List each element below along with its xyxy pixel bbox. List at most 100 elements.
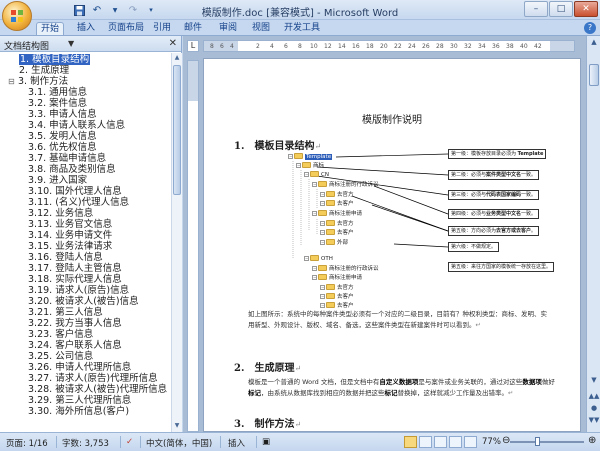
- scroll-down-icon[interactable]: ▼: [588, 376, 600, 386]
- draft-view-button[interactable]: [464, 436, 477, 448]
- vertical-ruler[interactable]: [187, 60, 199, 432]
- close-button[interactable]: ✕: [574, 1, 598, 17]
- document-map-item[interactable]: 3.29. 第三人代理所信息: [0, 395, 171, 406]
- tab-references[interactable]: 引用: [149, 22, 175, 35]
- collapse-icon[interactable]: ⊟: [8, 76, 18, 87]
- document-map-item[interactable]: 3.8. 商品及类别信息: [0, 164, 171, 175]
- document-map-item-label: 3.20. 被请求人(被告)信息: [28, 296, 139, 307]
- insert-mode[interactable]: 插入: [228, 437, 245, 449]
- document-map-item-label: 2. 生成原理: [19, 65, 69, 76]
- tab-page-layout[interactable]: 页面布局: [104, 22, 148, 35]
- document-map-item[interactable]: 3.11. (名义)代理人信息: [0, 197, 171, 208]
- annotation-text: 。: [531, 228, 536, 234]
- document-map-item[interactable]: 3.17. 登陆人主管信息: [0, 263, 171, 274]
- zoom-level[interactable]: 77%: [482, 437, 501, 447]
- document-map-item[interactable]: 3.30. 海外所信息(客户): [0, 406, 171, 417]
- office-button[interactable]: [2, 1, 32, 31]
- browse-object-icon[interactable]: ●: [588, 404, 600, 414]
- paragraph-2[interactable]: 模板是一个普通的 Word 文档，但是文档中有自定义数据项是与案件或业务关联的，…: [248, 377, 556, 399]
- minimize-button[interactable]: –: [524, 1, 548, 17]
- paragraph-1[interactable]: 如上图所示：系统中的每种案件类型必须有一个对应的二级目录，目前有？种权利类型：商…: [248, 309, 548, 331]
- tree-node-label: 去客户: [337, 230, 354, 236]
- document-map-item[interactable]: 3.24. 客户联系人信息: [0, 340, 171, 351]
- document-map-item-label: 3.10. 国外代理人信息: [28, 186, 122, 197]
- annotation-text: 第四级：必须与: [451, 211, 486, 217]
- scroll-thumb[interactable]: [173, 65, 181, 195]
- maximize-button[interactable]: □: [549, 1, 573, 17]
- document-map-item[interactable]: 3.26. 申请人代理所信息: [0, 362, 171, 373]
- previous-page-icon[interactable]: ▲▲: [588, 392, 600, 402]
- document-map-item[interactable]: 3.22. 我方当事人信息: [0, 318, 171, 329]
- annotation-callout: 第五级：方向必须为去官方或去客户。: [448, 226, 539, 236]
- document-map-item-label: 3.7. 基础申请信息: [28, 153, 106, 164]
- document-map-item[interactable]: 1. 模板目录结构: [0, 54, 171, 65]
- web-layout-button[interactable]: [434, 436, 447, 448]
- zoom-in-icon[interactable]: ⊕: [588, 435, 596, 446]
- document-map-scrollbar[interactable]: ▲ ▼: [171, 53, 182, 432]
- scroll-up-icon[interactable]: ▲: [173, 54, 181, 63]
- document-map-item[interactable]: 3.21. 第三人信息: [0, 307, 171, 318]
- document-map-item[interactable]: 3.7. 基础申请信息: [0, 153, 171, 164]
- zoom-slider[interactable]: [510, 441, 584, 443]
- tab-home[interactable]: 开始: [36, 22, 64, 35]
- annotation-text: 第五级：方向必须为: [451, 228, 496, 234]
- scroll-down-icon[interactable]: ▼: [173, 422, 181, 431]
- document-map-item[interactable]: 3.20. 被请求人(被告)信息: [0, 296, 171, 307]
- folder-icon: [326, 220, 335, 226]
- tab-insert[interactable]: 插入: [73, 22, 99, 35]
- proofing-icon[interactable]: ✓: [126, 437, 133, 447]
- document-map-item[interactable]: 3.28. 被请求人(被告)代理所信息: [0, 384, 171, 395]
- heading-section-3[interactable]: 3.制作方法↵: [234, 415, 301, 430]
- chevron-down-icon[interactable]: ▼: [68, 39, 74, 48]
- title-bar: ↶ ▼ ↷ ▾ 模版制作.doc [兼容模式] - Microsoft Word…: [0, 0, 600, 20]
- page-count[interactable]: 页面: 1/16: [6, 437, 48, 449]
- scroll-thumb[interactable]: [589, 64, 599, 86]
- outline-view-button[interactable]: [449, 436, 462, 448]
- document-map-item[interactable]: 3.15. 业务法律请求: [0, 241, 171, 252]
- next-page-icon[interactable]: ▼▼: [588, 416, 600, 426]
- tab-stop-selector[interactable]: L: [187, 40, 199, 52]
- document-map-item-label: 3.13. 业务官文信息: [28, 219, 112, 230]
- document-map-item[interactable]: 3.23. 客户信息: [0, 329, 171, 340]
- annotation-text: 去官方或去客户: [496, 228, 531, 234]
- document-map-item-label: 3.17. 登陆人主管信息: [28, 263, 122, 274]
- document-map-item[interactable]: 3.19. 请求人(原告)信息: [0, 285, 171, 296]
- annotation-callout: 第三级：必须与代码表国家编码一致。: [448, 190, 539, 200]
- document-map-item[interactable]: 3.2. 案件信息: [0, 98, 171, 109]
- document-map-item[interactable]: 3.4. 申请人联系人信息: [0, 120, 171, 131]
- document-map-item[interactable]: 3.6. 优先权信息: [0, 142, 171, 153]
- document-page[interactable]: 模版制作说明 1.模板目录结构↵: [203, 58, 581, 432]
- document-map-item[interactable]: 3.3. 申请人信息: [0, 109, 171, 120]
- document-map-dropdown[interactable]: 文档结构图: [4, 39, 49, 52]
- macro-record-icon[interactable]: ▣: [262, 437, 270, 447]
- document-map-item[interactable]: 3.10. 国外代理人信息: [0, 186, 171, 197]
- document-scrollbar[interactable]: ▲ ▼ ▲▲ ● ▼▼: [586, 36, 600, 432]
- heading-section-2[interactable]: 2.生成原理↵: [234, 359, 301, 374]
- zoom-slider-knob[interactable]: [535, 437, 540, 446]
- tree-folder-node: −商标注册申请: [312, 210, 362, 218]
- language-indicator[interactable]: 中文(简体，中国): [146, 437, 212, 449]
- scroll-up-icon[interactable]: ▲: [588, 38, 600, 48]
- full-screen-reading-button[interactable]: [419, 436, 432, 448]
- tab-review[interactable]: 审阅: [215, 22, 241, 35]
- document-map-item[interactable]: 3.9. 进入国家: [0, 175, 171, 186]
- document-map-item[interactable]: 3.25. 公司信息: [0, 351, 171, 362]
- document-map-item[interactable]: 3.13. 业务官文信息: [0, 219, 171, 230]
- document-map-item[interactable]: 3.5. 发明人信息: [0, 131, 171, 142]
- help-icon[interactable]: ?: [584, 22, 596, 34]
- document-map-item[interactable]: 3.12. 业务信息: [0, 208, 171, 219]
- tab-developer[interactable]: 开发工具: [280, 22, 324, 35]
- document-map-item[interactable]: 3.14. 业务申请文件: [0, 230, 171, 241]
- print-layout-view-button[interactable]: [404, 436, 417, 448]
- close-icon[interactable]: ✕: [169, 38, 177, 49]
- word-count[interactable]: 字数: 3,753: [62, 437, 109, 449]
- document-map-item[interactable]: ⊟3. 制作方法: [0, 76, 171, 87]
- document-map-item[interactable]: 3.18. 实际代理人信息: [0, 274, 171, 285]
- document-map-item[interactable]: 3.27. 请求人(原告)代理所信息: [0, 373, 171, 384]
- document-map-item[interactable]: 3.1. 通用信息: [0, 87, 171, 98]
- horizontal-ruler[interactable]: 864 246 81012 141618 202224 262830 32343…: [203, 40, 575, 52]
- document-map-item[interactable]: 2. 生成原理: [0, 65, 171, 76]
- tab-view[interactable]: 视图: [248, 22, 274, 35]
- document-map-item[interactable]: 3.16. 登陆人信息: [0, 252, 171, 263]
- tab-mailings[interactable]: 邮件: [180, 22, 206, 35]
